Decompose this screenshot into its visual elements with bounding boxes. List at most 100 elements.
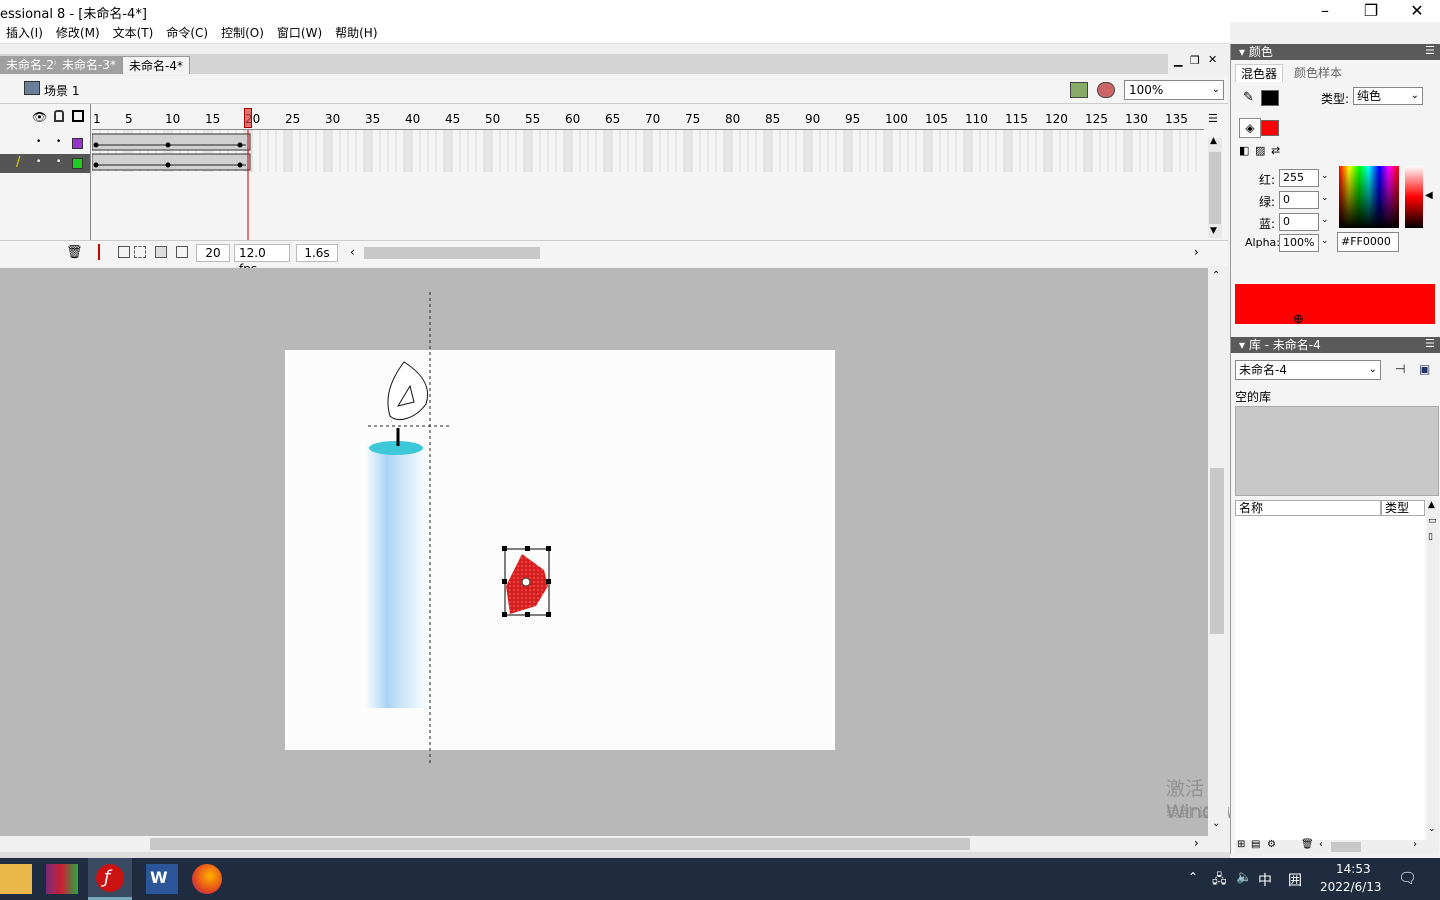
keyframe[interactable]	[237, 142, 243, 148]
outline-icon[interactable]	[72, 110, 84, 122]
chevron-down-icon[interactable]: ⌄	[1321, 215, 1329, 225]
scroll-left-icon[interactable]: ‹	[1319, 839, 1323, 850]
panel-menu-icon[interactable]: ☰	[1425, 44, 1435, 57]
timeline-hscroll-thumb[interactable]	[364, 247, 540, 259]
sort-icon[interactable]: ▲	[1428, 500, 1435, 510]
red-input[interactable]: 255	[1279, 169, 1319, 187]
alpha-input[interactable]: 100%	[1279, 234, 1319, 252]
frame-rate[interactable]: 12.0 fps	[234, 244, 290, 276]
keyframe[interactable]	[237, 162, 243, 168]
chevron-down-icon[interactable]: ⌄	[1321, 236, 1329, 246]
timeline-vscroll[interactable]: ▲ ▼	[1208, 136, 1222, 238]
tab-untitled-4[interactable]: 未命名-4*	[122, 56, 190, 74]
scroll-thumb[interactable]	[1209, 152, 1221, 224]
color-spectrum-picker[interactable]	[1339, 166, 1399, 228]
layer-visible-dot[interactable]: •	[36, 137, 41, 147]
scroll-down-icon[interactable]: ⌄	[1212, 818, 1220, 829]
tab-color-mixer[interactable]: 混色器	[1235, 64, 1284, 82]
scroll-thumb[interactable]	[1210, 468, 1224, 634]
doc-minimize-icon[interactable]: ▁	[1174, 54, 1182, 67]
chevron-down-icon[interactable]: ⌄	[1321, 171, 1329, 181]
modify-markers-icon[interactable]	[176, 246, 188, 258]
keyframe[interactable]	[93, 162, 99, 168]
scroll-down-icon[interactable]: ▼	[1210, 226, 1217, 236]
fill-bucket-icon[interactable]: ◈	[1239, 118, 1261, 138]
library-hscroll-thumb[interactable]	[1331, 842, 1361, 852]
frame-grid[interactable]	[92, 130, 1204, 240]
winrar-icon[interactable]	[46, 864, 78, 894]
restore-button[interactable]: ❐	[1348, 0, 1394, 22]
new-folder-icon[interactable]: ▤	[1251, 839, 1260, 850]
flash-taskbar-button[interactable]: ƒ	[88, 858, 132, 900]
panel-menu-icon[interactable]: ☰	[1425, 337, 1435, 350]
zoom-select[interactable]: 100% ⌄	[1124, 80, 1224, 100]
notification-icon[interactable]: 🗨	[1398, 869, 1417, 887]
flame-outline[interactable]	[387, 361, 428, 420]
clock-date[interactable]: 2022/6/13	[1320, 880, 1382, 894]
keyboard-layout-icon[interactable]: 囲	[1288, 870, 1302, 890]
layer-lock-dot[interactable]: •	[56, 137, 61, 147]
trash-icon[interactable]: 🗑	[66, 245, 83, 260]
scroll-up-icon[interactable]: ⌃	[1212, 270, 1220, 281]
lock-icon[interactable]	[54, 110, 64, 122]
column-name-header[interactable]: 名称	[1235, 500, 1381, 516]
stroke-color-swatch[interactable]	[1261, 90, 1279, 106]
new-library-panel-icon[interactable]: ▣	[1419, 362, 1430, 376]
delete-icon[interactable]: 🗑	[1301, 839, 1314, 850]
menu-commands[interactable]: 命令(C)	[160, 22, 215, 42]
volume-icon[interactable]: 🔈	[1236, 870, 1252, 885]
narrow-state-icon[interactable]: ▯	[1428, 532, 1433, 542]
column-type-header[interactable]: 类型	[1381, 500, 1425, 516]
network-icon[interactable]: 🖧	[1212, 870, 1227, 892]
tween-span[interactable]	[92, 133, 251, 151]
scroll-left-icon[interactable]: ‹	[350, 245, 355, 259]
stage-vscroll[interactable]: ⌃ ⌄	[1208, 268, 1228, 836]
keyframe[interactable]	[165, 142, 171, 148]
file-explorer-icon[interactable]	[0, 864, 32, 894]
ime-indicator[interactable]: 中	[1258, 870, 1272, 890]
edit-symbol-icon[interactable]	[1097, 82, 1115, 98]
library-list[interactable]	[1235, 516, 1425, 840]
properties-icon[interactable]: ⚙	[1267, 839, 1276, 850]
candle-body[interactable]	[364, 446, 430, 708]
new-symbol-icon[interactable]: ⊞	[1237, 839, 1245, 850]
menu-insert[interactable]: 插入(I)	[0, 22, 50, 42]
word-icon[interactable]: W	[146, 864, 178, 894]
tab-untitled-3[interactable]: 未命名-3*	[56, 56, 123, 74]
scroll-down-icon[interactable]: ⌄	[1428, 824, 1436, 834]
keyframe[interactable]	[165, 162, 171, 168]
layer-color-swatch[interactable]	[72, 138, 83, 149]
timeline-menu-icon[interactable]: ☰	[1208, 112, 1218, 125]
layer-row[interactable]: • •	[0, 134, 90, 153]
center-frame-icon[interactable]	[98, 244, 104, 260]
clock-time[interactable]: 14:53	[1336, 862, 1371, 876]
library-panel-header[interactable]: ▾ 库 - 未命名-4	[1231, 337, 1440, 353]
frame-ruler[interactable]: 1 5 10 15 20 25 30 35 40 45 50 55 60 65 70 75 80 85 90 95 10…	[92, 108, 1204, 130]
layer-visible-dot[interactable]: •	[36, 157, 41, 167]
tray-expand-icon[interactable]: ⌃	[1188, 870, 1198, 884]
minimize-button[interactable]: –	[1302, 0, 1348, 22]
menu-modify[interactable]: 修改(M)	[50, 22, 107, 42]
onion-outline-icon[interactable]	[134, 246, 146, 258]
green-input[interactable]: 0	[1279, 191, 1319, 209]
transform-point[interactable]	[521, 577, 531, 587]
wide-state-icon[interactable]: ▭	[1428, 516, 1437, 526]
eye-icon[interactable]: 👁	[32, 110, 47, 124]
firefox-icon[interactable]	[192, 864, 222, 894]
edit-multiple-frames-icon[interactable]	[155, 246, 167, 258]
fill-color-swatch[interactable]	[1261, 120, 1279, 136]
color-panel-header[interactable]: ▾ 颜色	[1231, 44, 1440, 60]
menu-help[interactable]: 帮助(H)	[329, 22, 384, 42]
candle-top[interactable]	[369, 441, 423, 455]
stage-hscroll[interactable]: ›	[0, 836, 1208, 852]
black-white-icon[interactable]: ◧	[1239, 144, 1249, 157]
tween-span[interactable]	[92, 153, 251, 171]
color-type-select[interactable]: 纯色 ⌄	[1353, 87, 1423, 105]
stage-area[interactable]: 激活 Windows	[0, 268, 1251, 836]
scroll-up-icon[interactable]: ▲	[1210, 136, 1217, 146]
blue-input[interactable]: 0	[1279, 213, 1319, 231]
scroll-right-icon[interactable]: ›	[1194, 836, 1199, 850]
scroll-right-icon[interactable]: ›	[1194, 245, 1199, 259]
library-vscroll[interactable]: ▲ ▭ ▯ ⌄	[1427, 500, 1439, 840]
playhead-handle[interactable]	[244, 108, 252, 128]
